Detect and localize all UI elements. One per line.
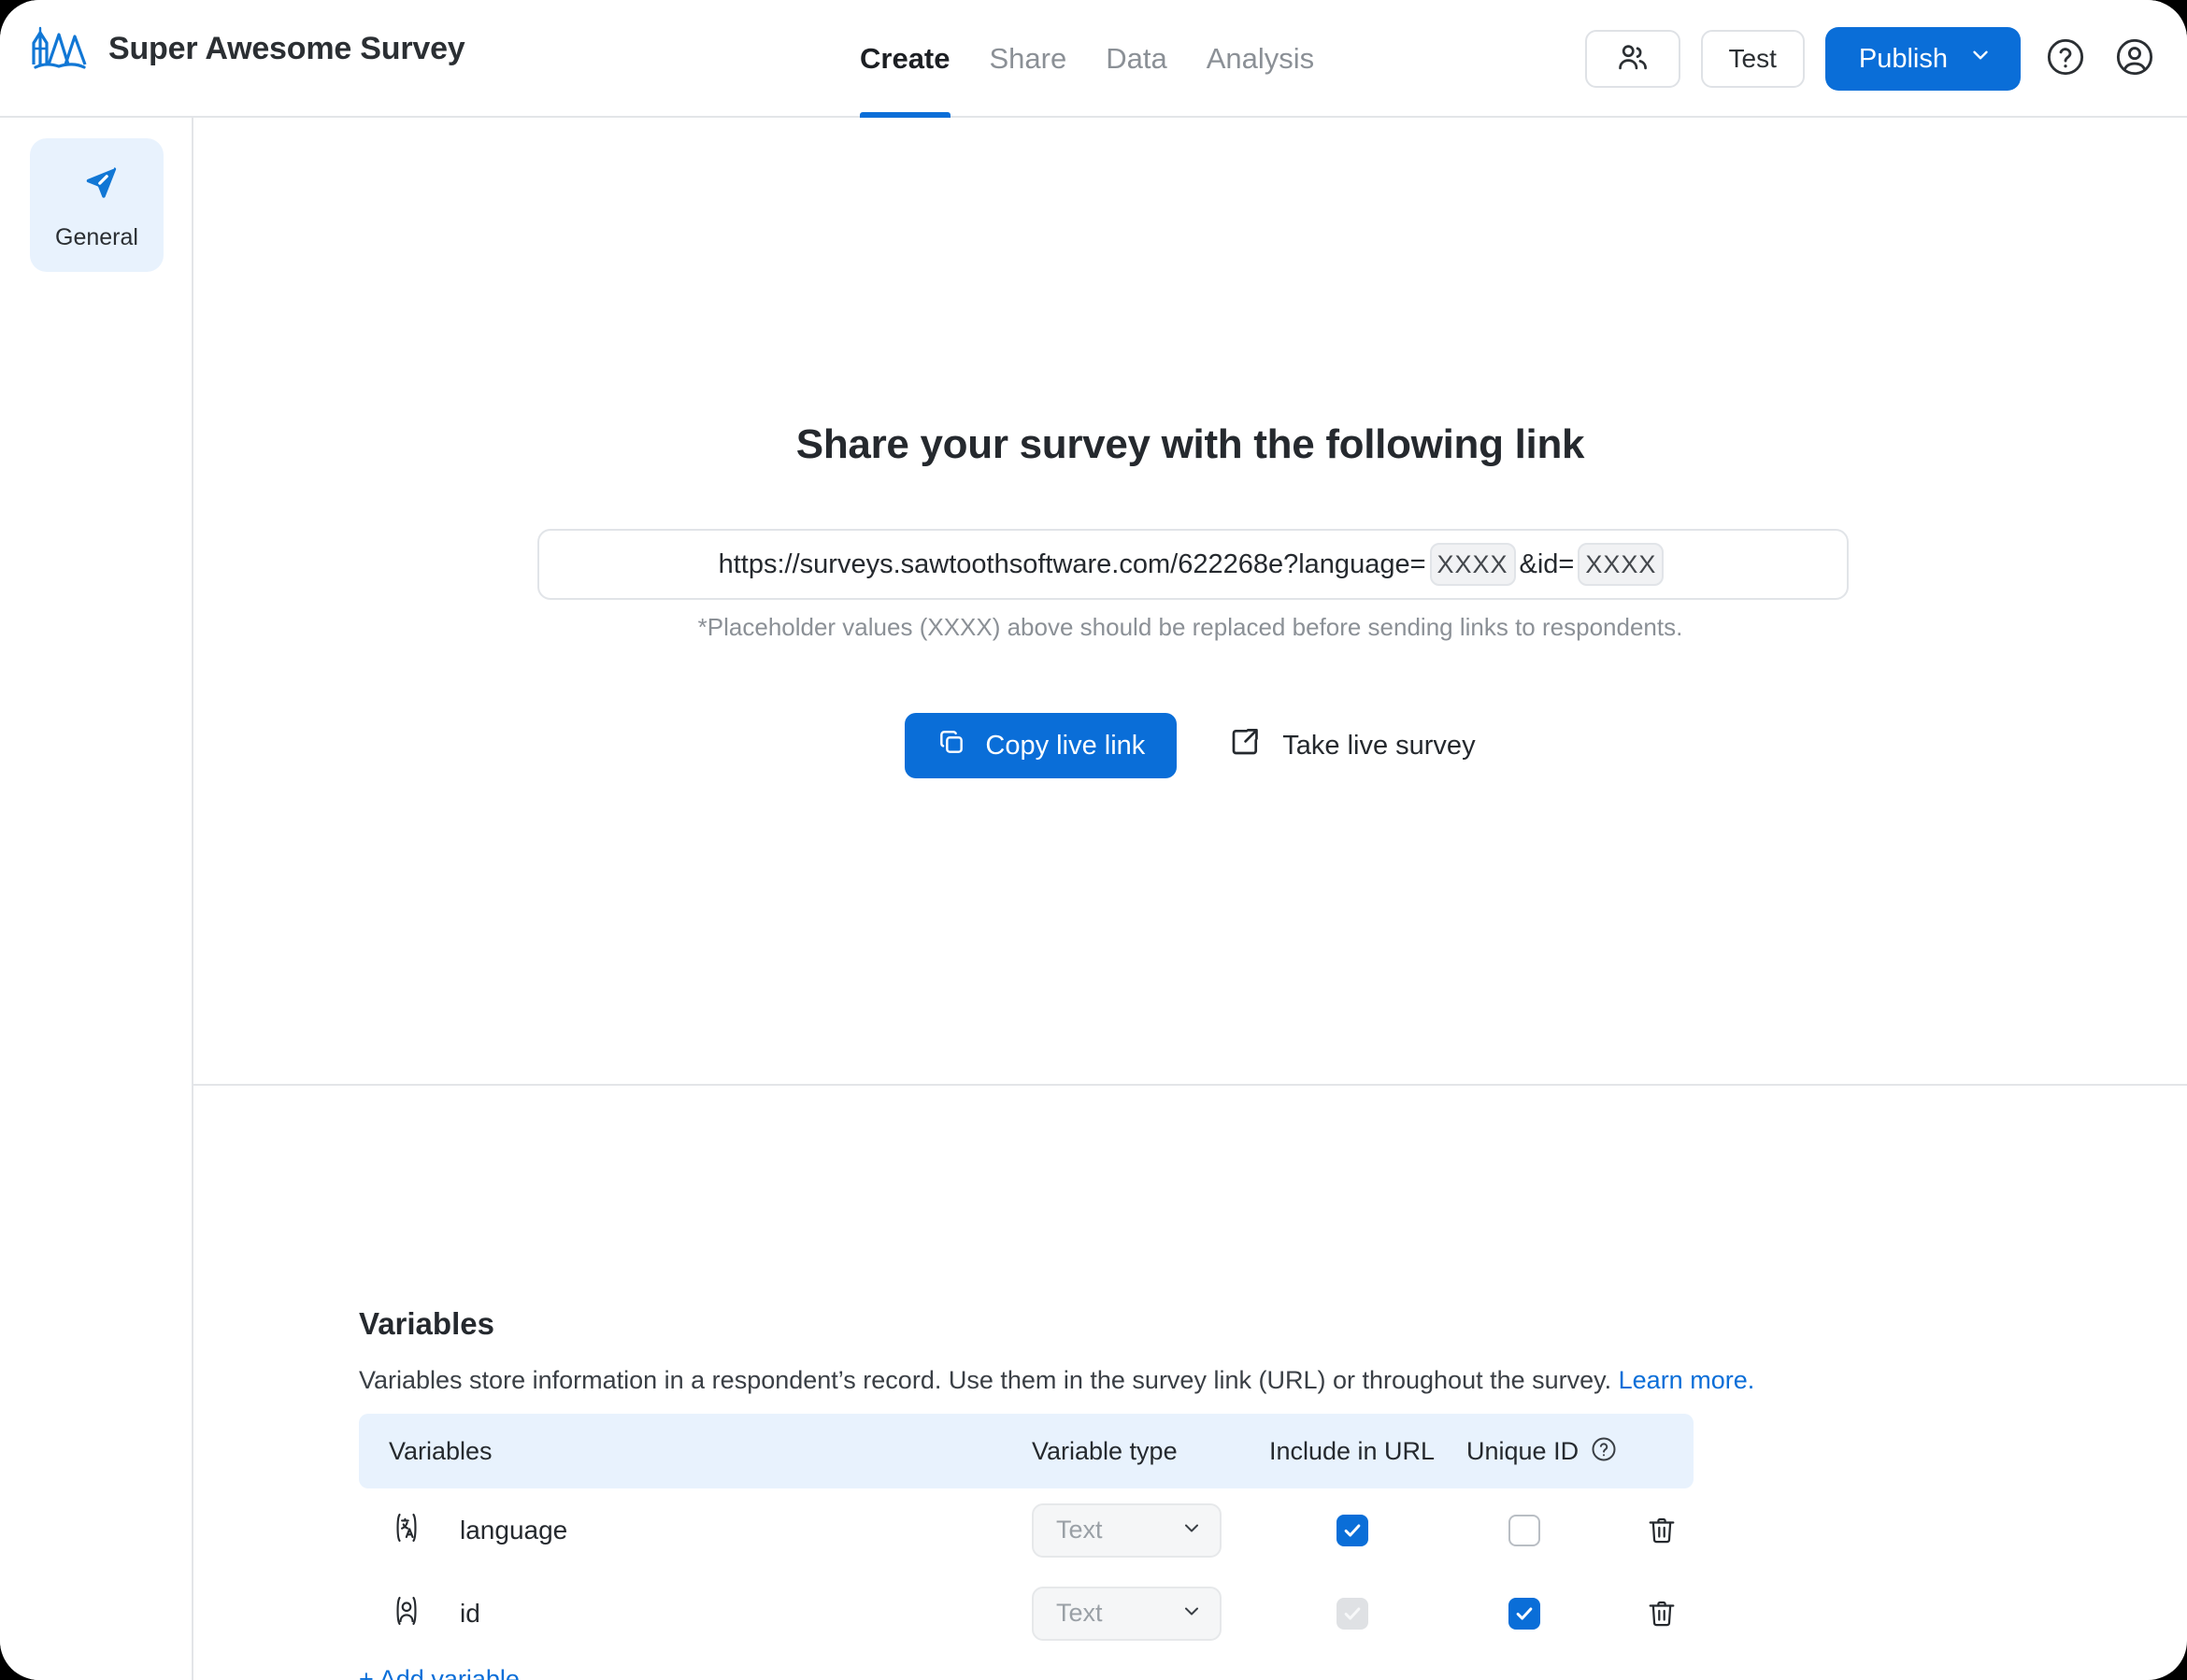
publish-button[interactable]: Publish [1824, 27, 2021, 91]
placeholder-note: *Placeholder values (XXXX) above should … [697, 613, 1683, 641]
column-header-include-in-url: Include in URL [1268, 1436, 1436, 1465]
account-button[interactable] [2110, 35, 2159, 83]
chevron-down-icon [1968, 43, 1993, 75]
unique-id-checkbox[interactable] [1508, 1597, 1540, 1630]
page-title: Super Awesome Survey [108, 30, 465, 66]
column-header-unique-id: Unique ID [1466, 1436, 1580, 1465]
collaborators-button[interactable] [1584, 30, 1680, 88]
tab-create[interactable]: Create [860, 0, 951, 118]
copy-live-link-button[interactable]: Copy live link [905, 713, 1178, 778]
table-row: language Text [359, 1488, 1694, 1572]
people-icon [1615, 39, 1651, 79]
id-placeholder-chip[interactable]: XXXX [1578, 543, 1665, 586]
variables-description: Variables store information in a respond… [359, 1366, 1754, 1395]
main-nav: Create Share Data Analysis [860, 0, 1314, 118]
translate-icon [389, 1510, 424, 1550]
link-actions: Copy live link Take live survey [193, 713, 2187, 778]
chevron-down-icon [1180, 1600, 1203, 1627]
paper-plane-icon [73, 160, 122, 213]
test-button[interactable]: Test [1700, 30, 1805, 88]
add-variable-button[interactable]: + Add variable [359, 1665, 520, 1680]
person-badge-icon [389, 1593, 424, 1633]
variable-type-select[interactable]: Text [1032, 1586, 1222, 1641]
external-link-icon [1228, 725, 1262, 766]
variable-type-select[interactable]: Text [1032, 1502, 1222, 1558]
include-in-url-checkbox[interactable] [1336, 1514, 1368, 1546]
variable-type-value: Text [1056, 1599, 1103, 1627]
sidebar-item-general[interactable]: General [30, 138, 164, 272]
main-content: Share your survey with the following lin… [193, 118, 2187, 1680]
chevron-down-icon [1180, 1516, 1203, 1544]
survey-link-prefix: https://surveys.sawtoothsoftware.com/622… [718, 548, 1426, 579]
tab-data[interactable]: Data [1106, 0, 1166, 118]
learn-more-link[interactable]: Learn more. [1619, 1366, 1755, 1394]
help-button[interactable] [2041, 35, 2090, 83]
variable-name: language [460, 1515, 568, 1545]
publish-label: Publish [1858, 43, 1948, 74]
variables-table-header: Variables Variable type Include in URL U… [359, 1414, 1694, 1488]
table-row: id Text [359, 1572, 1694, 1655]
copy-icon [936, 727, 966, 764]
variable-name: id [460, 1598, 480, 1628]
take-live-survey-button[interactable]: Take live survey [1228, 713, 1476, 778]
take-live-survey-label: Take live survey [1282, 730, 1476, 761]
app-header: Super Awesome Survey Create Share Data A… [0, 0, 2187, 118]
header-actions: Test Publish [1584, 0, 2159, 118]
variables-heading: Variables [359, 1306, 494, 1341]
question-circle-icon [2044, 36, 2087, 83]
survey-link-middle: &id= [1519, 548, 1575, 579]
trash-icon[interactable] [1645, 1514, 1679, 1547]
copy-live-link-label: Copy live link [985, 730, 1146, 761]
user-circle-icon [2113, 36, 2156, 83]
include-in-url-checkbox [1336, 1597, 1368, 1630]
column-header-variables: Variables [389, 1436, 493, 1465]
variables-description-text: Variables store information in a respond… [359, 1366, 1619, 1394]
app-window: Super Awesome Survey Create Share Data A… [0, 0, 2187, 1680]
brand: Super Awesome Survey [30, 26, 465, 71]
trash-icon[interactable] [1645, 1597, 1679, 1630]
tab-share[interactable]: Share [990, 0, 1067, 118]
sawtooth-mountains-logo-icon [30, 26, 88, 71]
variables-table: Variables Variable type Include in URL U… [359, 1414, 1694, 1655]
share-link-panel: Share your survey with the following lin… [193, 118, 2187, 1086]
variable-type-value: Text [1056, 1516, 1103, 1544]
unique-id-checkbox[interactable] [1508, 1514, 1540, 1546]
share-heading: Share your survey with the following lin… [795, 421, 1585, 467]
sidebar-item-label: General [55, 223, 138, 250]
sidebar: General [0, 118, 193, 1680]
survey-link-field[interactable]: https://surveys.sawtoothsoftware.com/622… [537, 529, 1849, 600]
column-header-variable-type: Variable type [1032, 1436, 1178, 1465]
language-placeholder-chip[interactable]: XXXX [1429, 543, 1516, 586]
tab-analysis[interactable]: Analysis [1207, 0, 1314, 118]
unique-id-help-icon[interactable] [1590, 1435, 1618, 1468]
